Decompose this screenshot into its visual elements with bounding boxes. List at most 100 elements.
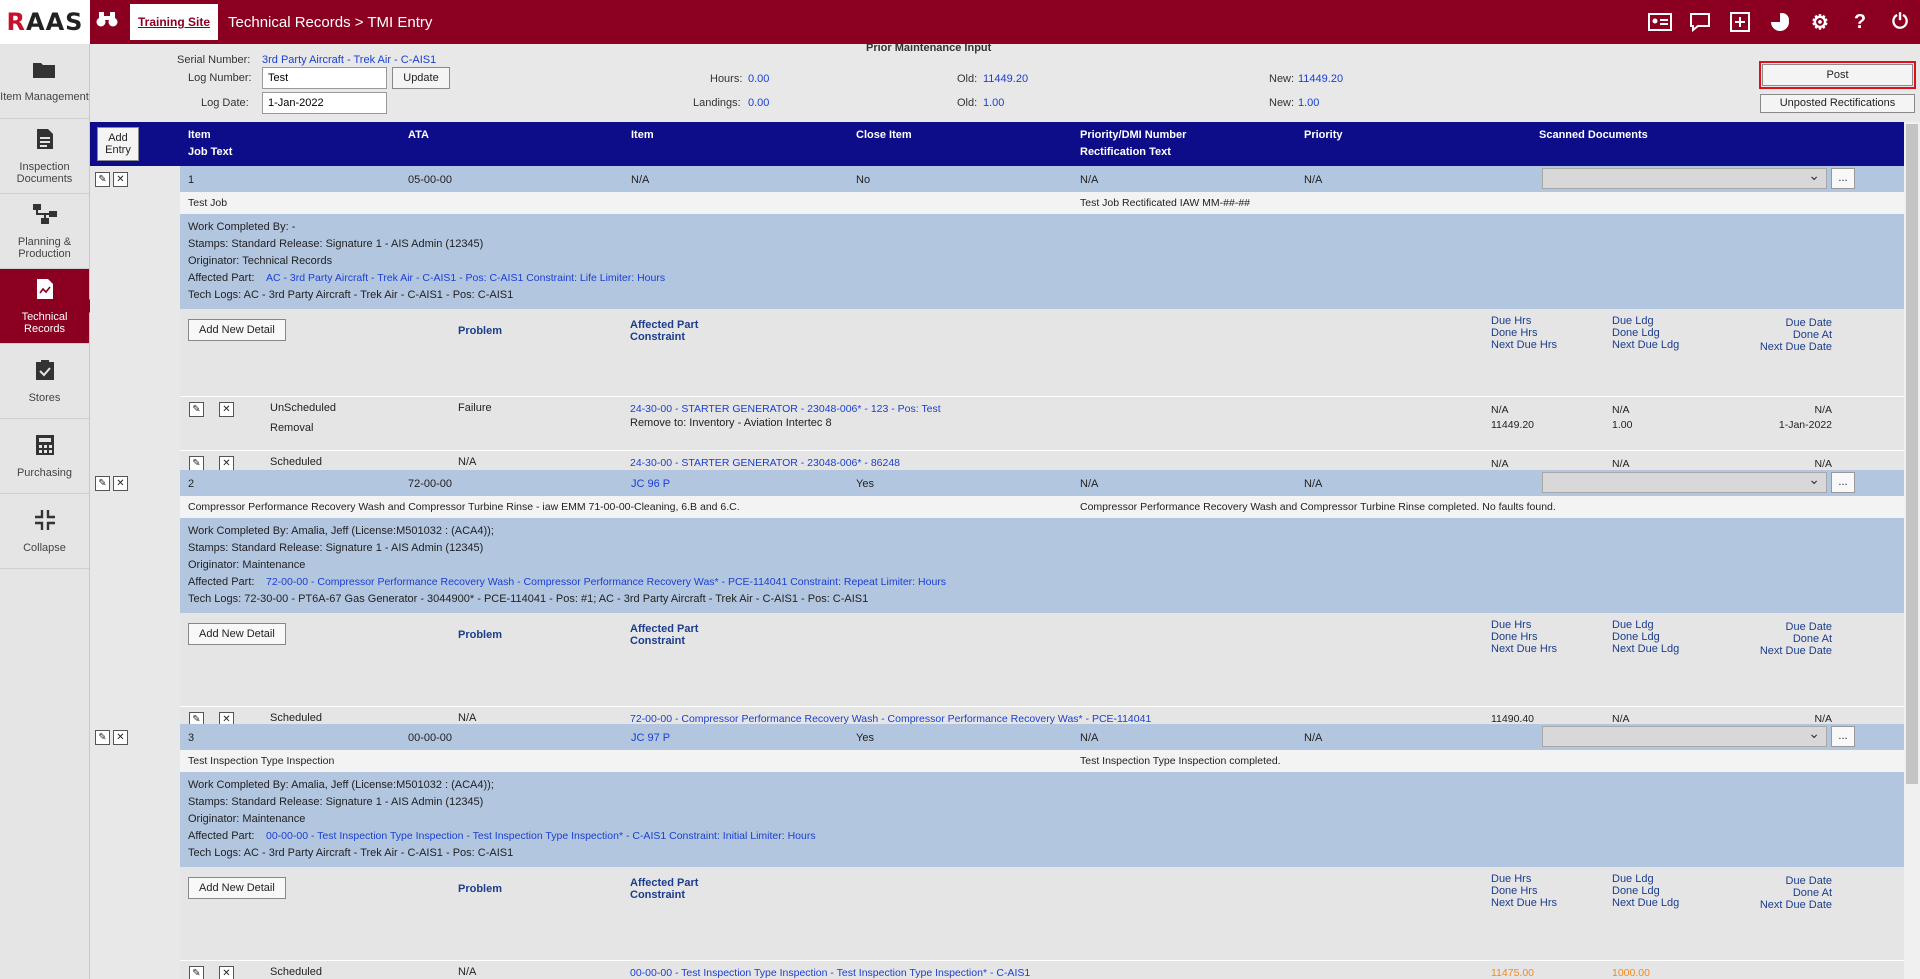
delete-entry-icon[interactable]: ✕ bbox=[113, 172, 128, 187]
detail-ldg-value: N/A bbox=[1612, 404, 1630, 416]
edit-entry-icon[interactable]: ✎ bbox=[95, 476, 110, 491]
old-landings-label: Old: bbox=[957, 97, 978, 109]
entry-tech-logs: Tech Logs: AC - 3rd Party Aircraft - Tre… bbox=[188, 289, 514, 301]
sidebar-item-inspection-documents[interactable]: Inspection Documents bbox=[0, 119, 89, 194]
add-entry-button[interactable]: Add Entry bbox=[97, 127, 139, 161]
delete-detail-icon[interactable]: ✕ bbox=[219, 456, 234, 471]
detail-type: Scheduled bbox=[270, 456, 322, 468]
scanned-documents-browse-button[interactable]: ... bbox=[1831, 168, 1855, 189]
detail-col-next-due-date: Next Due Date bbox=[1759, 899, 1832, 911]
folder-icon bbox=[32, 60, 58, 85]
entry-tech-logs: Tech Logs: 72-30-00 - PT6A-67 Gas Genera… bbox=[188, 593, 869, 605]
add-new-detail-button[interactable]: Add New Detail bbox=[188, 877, 286, 899]
detail-col-next-due-ldg: Next Due Ldg bbox=[1612, 339, 1680, 351]
sidebar-item-planning-production[interactable]: Planning & Production bbox=[0, 194, 89, 269]
edit-detail-icon[interactable]: ✎ bbox=[189, 966, 204, 979]
sidebar-item-stores[interactable]: Stores bbox=[0, 344, 89, 419]
binoculars-icon[interactable] bbox=[90, 10, 124, 34]
edit-entry-icon[interactable]: ✎ bbox=[95, 730, 110, 745]
detail-problem: N/A bbox=[458, 712, 477, 724]
entry-dmi: N/A bbox=[1080, 478, 1099, 490]
entry-priority: N/A bbox=[1304, 732, 1323, 744]
entry-item[interactable]: JC 97 P bbox=[631, 732, 670, 744]
detail-col-constraint: Constraint bbox=[630, 889, 685, 901]
entry-originator: Originator: Maintenance bbox=[188, 813, 306, 825]
detail-col-constraint: Constraint bbox=[630, 331, 685, 343]
detail-affected-part-link[interactable]: 00-00-00 - Test Inspection Type Inspecti… bbox=[630, 967, 1030, 979]
col-rectification-text: Rectification Text bbox=[1080, 146, 1171, 158]
entry-controls bbox=[90, 724, 180, 979]
new-hours-value: 11449.20 bbox=[1298, 73, 1344, 85]
detail-affected-part-link[interactable]: 24-30-00 - STARTER GENERATOR - 23048-006… bbox=[630, 403, 941, 415]
add-new-detail-button[interactable]: Add New Detail bbox=[188, 623, 286, 645]
delete-entry-icon[interactable]: ✕ bbox=[113, 476, 128, 491]
sidebar-item-technical-records[interactable]: Technical Records bbox=[0, 269, 96, 344]
add-new-detail-button[interactable]: Add New Detail bbox=[188, 319, 286, 341]
detail-affected-part-link[interactable]: 24-30-00 - STARTER GENERATOR - 23048-006… bbox=[630, 457, 900, 469]
scanned-documents-select[interactable] bbox=[1542, 471, 1827, 493]
pie-chart-icon[interactable] bbox=[1760, 0, 1800, 44]
delete-entry-icon[interactable]: ✕ bbox=[113, 730, 128, 745]
entry-affected-part-link[interactable]: 00-00-00 - Test Inspection Type Inspecti… bbox=[266, 830, 816, 842]
entry-affected-part-link[interactable]: AC - 3rd Party Aircraft - Trek Air - C-A… bbox=[266, 272, 665, 284]
entry-work-completed: Work Completed By: Amalia, Jeff (License… bbox=[188, 525, 494, 537]
entry-priority: N/A bbox=[1304, 174, 1323, 186]
unposted-rectifications-button[interactable]: Unposted Rectifications bbox=[1760, 94, 1915, 113]
edit-entry-icon[interactable]: ✎ bbox=[95, 172, 110, 187]
scanned-documents-select[interactable] bbox=[1542, 725, 1827, 747]
message-icon[interactable] bbox=[1680, 0, 1720, 44]
document-icon bbox=[36, 128, 54, 155]
col-priority-dmi: Priority/DMI Number bbox=[1080, 129, 1187, 141]
detail-col-done-at: Done At bbox=[1792, 887, 1832, 899]
detail-hrs-value: N/A bbox=[1491, 458, 1509, 470]
scanned-documents-select[interactable] bbox=[1542, 167, 1827, 189]
log-date-input[interactable] bbox=[262, 92, 387, 114]
detail-date-value: N/A bbox=[1814, 404, 1832, 416]
entry-job-text: Compressor Performance Recovery Wash and… bbox=[188, 501, 740, 513]
sidebar-item-collapse[interactable]: Collapse bbox=[0, 494, 89, 569]
edit-detail-icon[interactable]: ✎ bbox=[189, 402, 204, 417]
detail-col-done-ldg: Done Ldg bbox=[1612, 631, 1660, 643]
detail-col-affected-part: Affected Part bbox=[630, 877, 699, 889]
help-icon[interactable]: ? bbox=[1840, 0, 1880, 44]
sidebar: Item Management Inspection Documents Pla… bbox=[0, 44, 96, 979]
delete-detail-icon[interactable]: ✕ bbox=[219, 402, 234, 417]
col-close-item: Close Item bbox=[856, 129, 912, 141]
edit-detail-icon[interactable]: ✎ bbox=[189, 456, 204, 471]
serial-link[interactable]: 3rd Party Aircraft - Trek Air - C-AIS1 bbox=[262, 54, 436, 66]
detail-col-affected-part: Affected Part bbox=[630, 319, 699, 331]
main-content: Prior Maintenance Input Serial Number: 3… bbox=[90, 44, 1920, 979]
gears-icon[interactable]: ⚙ bbox=[1800, 0, 1840, 44]
detail-col-due-hrs: Due Hrs bbox=[1491, 619, 1532, 631]
entry-job-text: Test Job bbox=[188, 197, 228, 209]
log-number-input[interactable] bbox=[262, 67, 387, 89]
scanned-documents-browse-button[interactable]: ... bbox=[1831, 726, 1855, 747]
power-icon[interactable]: ⏻ bbox=[1880, 0, 1920, 44]
scanned-documents-browse-button[interactable]: ... bbox=[1831, 472, 1855, 493]
calculator-icon bbox=[35, 434, 55, 461]
id-card-icon[interactable] bbox=[1640, 0, 1680, 44]
raas-logo[interactable]: R AAS bbox=[0, 0, 90, 44]
entry-work-completed: Work Completed By: Amalia, Jeff (License… bbox=[188, 779, 494, 791]
entry-rectification-text: Test Job Rectificated IAW MM-##-## bbox=[1080, 197, 1250, 209]
entry-affected-label: Affected Part: bbox=[188, 272, 255, 284]
entry-affected-part-link[interactable]: 72-00-00 - Compressor Performance Recove… bbox=[266, 576, 946, 588]
detail-problem: Failure bbox=[458, 402, 492, 414]
detail-col-problem: Problem bbox=[458, 629, 503, 641]
col-scanned-documents: Scanned Documents bbox=[1539, 129, 1648, 141]
delete-detail-icon[interactable]: ✕ bbox=[219, 966, 234, 979]
detail-action: Removal bbox=[270, 422, 314, 434]
post-button[interactable]: Post bbox=[1762, 64, 1913, 86]
scrollbar-thumb[interactable] bbox=[1906, 124, 1918, 784]
entry-item[interactable]: JC 96 P bbox=[631, 478, 670, 490]
detail-hrs-value: 11449.20 bbox=[1491, 419, 1535, 431]
detail-col-done-hrs: Done Hrs bbox=[1491, 631, 1538, 643]
add-box-icon[interactable] bbox=[1720, 0, 1760, 44]
sidebar-item-item-management[interactable]: Item Management bbox=[0, 44, 89, 119]
form-heading: Prior Maintenance Input bbox=[866, 44, 992, 54]
entry-originator: Originator: Maintenance bbox=[188, 559, 306, 571]
detail-hrs-value: 11475.00 bbox=[1491, 967, 1535, 979]
training-site-tab[interactable]: Training Site bbox=[130, 4, 219, 40]
update-button[interactable]: Update bbox=[392, 67, 450, 89]
sidebar-item-purchasing[interactable]: Purchasing bbox=[0, 419, 89, 494]
